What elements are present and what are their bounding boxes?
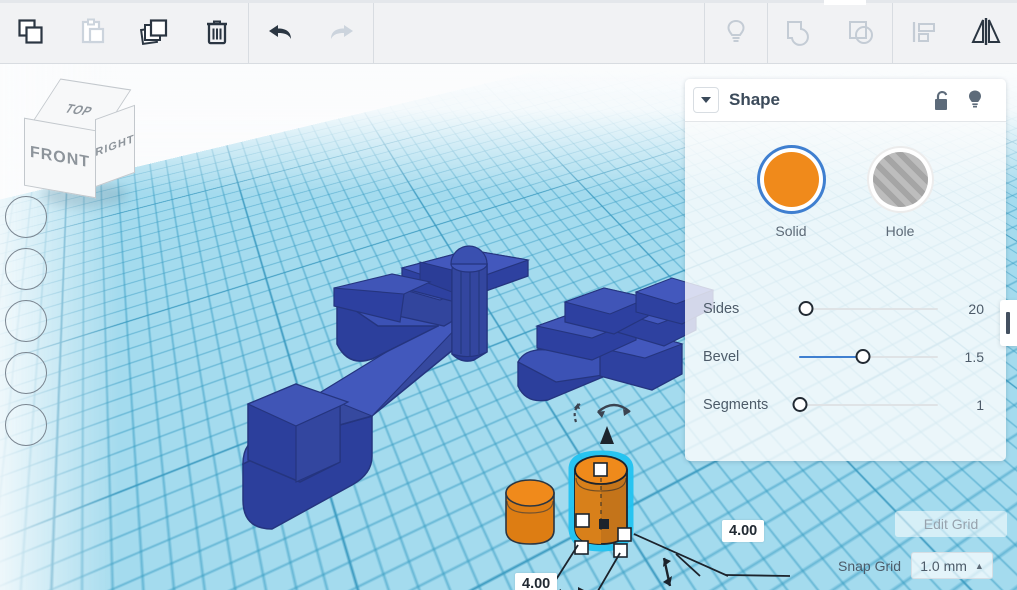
group-button[interactable]	[768, 0, 830, 64]
ungroup-shapes-icon	[845, 17, 877, 47]
show-hide-button[interactable]	[705, 0, 767, 64]
undo-arrow-icon	[263, 17, 297, 47]
bevel-slider-handle[interactable]	[855, 349, 870, 364]
trash-icon	[202, 17, 232, 47]
solid-swatch-label: Solid	[764, 223, 819, 239]
segments-slider-track	[799, 404, 938, 406]
shape-type-swatches: Solid Hole	[685, 122, 1006, 239]
history-tool-group	[249, 0, 373, 63]
sides-slider-track-wrap[interactable]	[799, 299, 938, 319]
sides-slider-handle[interactable]	[798, 301, 813, 316]
paste-button[interactable]	[62, 0, 124, 64]
dimension-label-width: 4.00	[722, 520, 764, 542]
view-cube[interactable]: TOP FRONT RIGHT	[24, 86, 132, 194]
dimension-label-depth: 4.00	[515, 573, 557, 590]
unlock-icon	[930, 88, 952, 112]
sides-slider-track	[799, 308, 938, 310]
snap-grid-row: Snap Grid 1.0 mm ▲	[838, 552, 993, 579]
view-cube-face-front[interactable]: FRONT	[24, 118, 96, 199]
redo-arrow-icon	[325, 17, 359, 47]
view-cube-front-label: FRONT	[30, 144, 90, 173]
perspective-view-button[interactable]	[5, 404, 47, 446]
segments-slider-label: Segments	[703, 397, 799, 413]
align-icon	[908, 17, 940, 47]
edit-grid-button[interactable]: Edit Grid	[895, 511, 1007, 537]
hole-swatch[interactable]: Hole	[873, 152, 928, 239]
redo-button[interactable]	[311, 0, 373, 64]
bevel-slider-label: Bevel	[703, 349, 799, 365]
bevel-slider-track-wrap[interactable]	[799, 347, 938, 367]
caret-up-icon: ▲	[975, 561, 984, 571]
mirror-icon	[969, 16, 1003, 48]
view-nav-buttons	[5, 196, 47, 456]
dimension-lines	[524, 534, 790, 590]
sides-slider[interactable]: Sides 20	[703, 285, 984, 333]
solid-swatch-circle	[764, 152, 819, 207]
duplicate-icon	[140, 17, 170, 47]
solid-swatch[interactable]: Solid	[764, 152, 819, 239]
view-cube-top-label: TOP	[62, 101, 96, 119]
bevel-slider-value: 1.5	[938, 349, 984, 365]
right-edge-panel-grip-icon	[1006, 312, 1010, 334]
shape-visibility-button[interactable]	[958, 83, 992, 117]
orange-cylinder-small[interactable]	[506, 480, 554, 544]
blue-model-right[interactable]	[518, 278, 713, 401]
shape-panel-title: Shape	[729, 90, 924, 110]
segments-slider-handle[interactable]	[793, 397, 808, 412]
mirror-button[interactable]	[955, 0, 1017, 64]
orange-cylinder-selected[interactable]	[572, 454, 631, 557]
copy-button[interactable]	[0, 0, 62, 64]
handle-top	[594, 463, 607, 476]
shape-properties-panel: Shape Solid Hole Sides 20 Bevel 1.5 Segm…	[685, 79, 1006, 461]
shape-panel-body: Solid Hole Sides 20 Bevel 1.5 Segments 1	[685, 122, 1006, 429]
view-cube-face-right[interactable]: RIGHT	[95, 105, 135, 188]
toolbar-spacer	[374, 0, 704, 63]
lightbulb-icon	[964, 88, 986, 112]
zoom-out-button[interactable]	[5, 300, 47, 342]
sides-slider-label: Sides	[703, 301, 799, 317]
handle-left	[576, 514, 589, 527]
shape-lock-button[interactable]	[924, 83, 958, 117]
shape-parameter-sliders: Sides 20 Bevel 1.5 Segments 1	[685, 285, 1006, 429]
shape-panel-collapse-button[interactable]	[693, 87, 719, 113]
handle-front-right	[614, 544, 627, 557]
edit-tool-group	[0, 0, 248, 63]
handle-right	[618, 528, 631, 541]
lightbulb-icon	[721, 17, 751, 47]
zoom-in-button[interactable]	[5, 248, 47, 290]
ungroup-button[interactable]	[830, 0, 892, 64]
align-button[interactable]	[893, 0, 955, 64]
chevron-down-icon	[700, 96, 712, 104]
visibility-tool-group	[705, 0, 767, 63]
handle-center	[599, 519, 609, 529]
cad-editor-window: TOP FRONT RIGHT 4.00 4.00 Edit Grid Snap…	[0, 0, 1017, 590]
rotation-handles[interactable]	[574, 403, 630, 444]
hole-swatch-label: Hole	[873, 223, 928, 239]
orthographic-view-button[interactable]	[5, 352, 47, 394]
copy-icon	[16, 17, 46, 47]
arrange-tool-group	[893, 0, 1017, 63]
view-cube-right-label: RIGHT	[95, 133, 134, 159]
sides-slider-value: 20	[938, 301, 984, 317]
paste-icon	[78, 17, 108, 47]
fit-view-button[interactable]	[5, 196, 47, 238]
bevel-slider[interactable]: Bevel 1.5	[703, 333, 984, 381]
blue-model-left[interactable]	[243, 246, 528, 529]
snap-grid-select[interactable]: 1.0 mm ▲	[911, 552, 993, 579]
segments-slider-track-wrap[interactable]	[799, 395, 938, 415]
hole-swatch-circle	[873, 152, 928, 207]
shape-panel-header: Shape	[685, 79, 1006, 122]
duplicate-button[interactable]	[124, 0, 186, 64]
group-shapes-icon	[783, 17, 815, 47]
toolbar-tab-notch	[824, 0, 866, 5]
delete-button[interactable]	[186, 0, 248, 64]
snap-grid-label: Snap Grid	[838, 558, 901, 574]
undo-button[interactable]	[249, 0, 311, 64]
segments-slider[interactable]: Segments 1	[703, 381, 984, 429]
bevel-slider-fill	[799, 356, 863, 358]
snap-grid-value: 1.0 mm	[920, 558, 967, 574]
top-toolbar	[0, 0, 1017, 64]
segments-slider-value: 1	[938, 397, 984, 413]
group-tool-group	[768, 0, 892, 63]
